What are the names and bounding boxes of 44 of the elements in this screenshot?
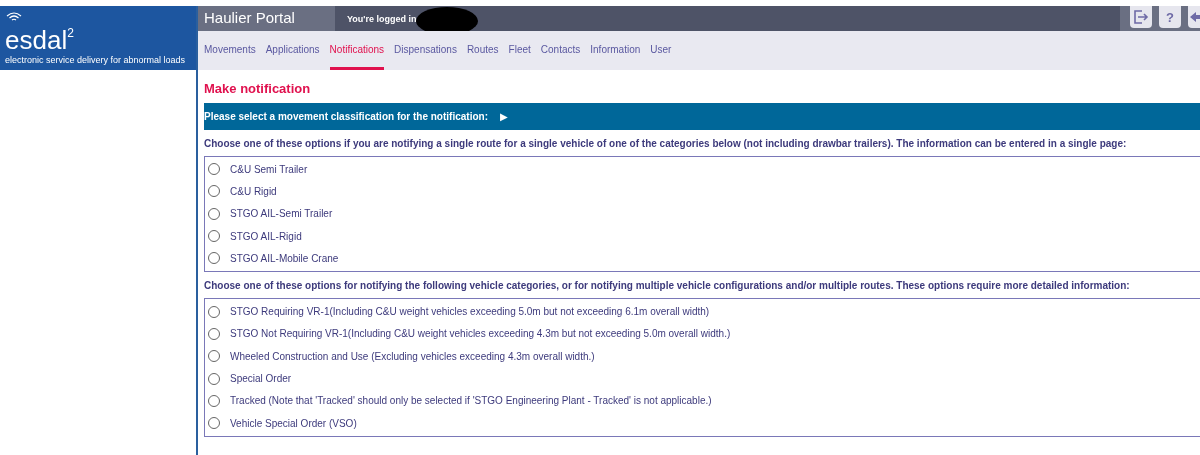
radio-button[interactable] bbox=[208, 252, 220, 265]
back-button[interactable] bbox=[1188, 6, 1200, 28]
help-button[interactable]: ? bbox=[1159, 6, 1181, 28]
option-label[interactable]: C&U Semi Trailer bbox=[230, 163, 308, 175]
page-title: Make notification bbox=[204, 81, 312, 97]
logo-tagline: electronic service delivery for abnormal loads bbox=[5, 55, 187, 65]
option-label[interactable]: C&U Rigid bbox=[230, 185, 277, 197]
radio-button[interactable] bbox=[208, 394, 220, 407]
option-label[interactable]: STGO AIL-Rigid bbox=[230, 230, 302, 242]
logout-button[interactable] bbox=[1130, 6, 1152, 28]
radio-button[interactable] bbox=[208, 230, 220, 243]
group-intro: Choose one of these options if you are notifying a single route for a single vehicle of one of the categories below (not including drawbar trailers). The information can be entered in a single page: bbox=[204, 138, 1128, 149]
wifi-icon bbox=[6, 12, 22, 22]
radio-button[interactable] bbox=[208, 207, 220, 220]
nav-tab[interactable]: User bbox=[650, 31, 672, 70]
option-label[interactable]: STGO Requiring VR-1(Including C&U weight vehicles exceeding 5.0m but not exceeding 6.1m overall width) bbox=[230, 306, 710, 318]
option-label[interactable]: Vehicle Special Order (VSO) bbox=[230, 417, 357, 429]
nav-tab[interactable]: Dispensations bbox=[394, 31, 457, 70]
radio-button[interactable] bbox=[208, 305, 220, 318]
nav-tab[interactable]: Notifications bbox=[329, 31, 385, 70]
option-label[interactable]: STGO AIL-Semi Trailer bbox=[230, 208, 333, 220]
login-text: You're logged in bbox=[347, 13, 417, 24]
logo-text: esdal$^{2}$ bbox=[5, 24, 74, 51]
nav-tab[interactable]: Movements bbox=[204, 31, 256, 70]
banner-text: Please select a movement classification for the notification: bbox=[204, 111, 488, 122]
portal-title: Haulier Portal bbox=[203, 8, 296, 28]
option-label[interactable]: Special Order bbox=[230, 373, 292, 384]
nav-tab[interactable]: Contacts bbox=[540, 31, 581, 70]
option-label[interactable]: Wheeled Construction and Use (Excluding vehicles exceeding 4.3m overall width.) bbox=[230, 350, 595, 362]
option-label[interactable]: STGO AIL-Mobile Crane bbox=[230, 252, 339, 264]
option-label[interactable]: Tracked (Note that 'Tracked' should only be selected if 'STGO Engineering Plant - Tracked' is not applicable.) bbox=[230, 395, 712, 407]
nav-tab[interactable]: Information bbox=[590, 31, 641, 70]
radio-button[interactable] bbox=[208, 327, 220, 340]
radio-button[interactable] bbox=[208, 417, 220, 430]
radio-button[interactable] bbox=[208, 163, 220, 176]
radio-button[interactable] bbox=[208, 185, 220, 198]
radio-button[interactable] bbox=[208, 350, 220, 363]
nav-tab[interactable]: Applications bbox=[265, 31, 320, 70]
nav-tab[interactable]: Routes bbox=[466, 31, 499, 70]
group-intro: Choose one of these options for notifying the following vehicle categories, or for notifying multiple vehicle configurations and/or multiple routes. These options require more detailed information: bbox=[204, 280, 1131, 292]
play-icon: ▶ bbox=[500, 111, 508, 122]
radio-button[interactable] bbox=[208, 372, 220, 385]
nav-tab[interactable]: Fleet bbox=[508, 31, 531, 70]
option-label[interactable]: STGO Not Requiring VR-1(Including C&U weight vehicles exceeding 4.3m but not exceeding 5.0m overall width.) bbox=[230, 328, 731, 340]
